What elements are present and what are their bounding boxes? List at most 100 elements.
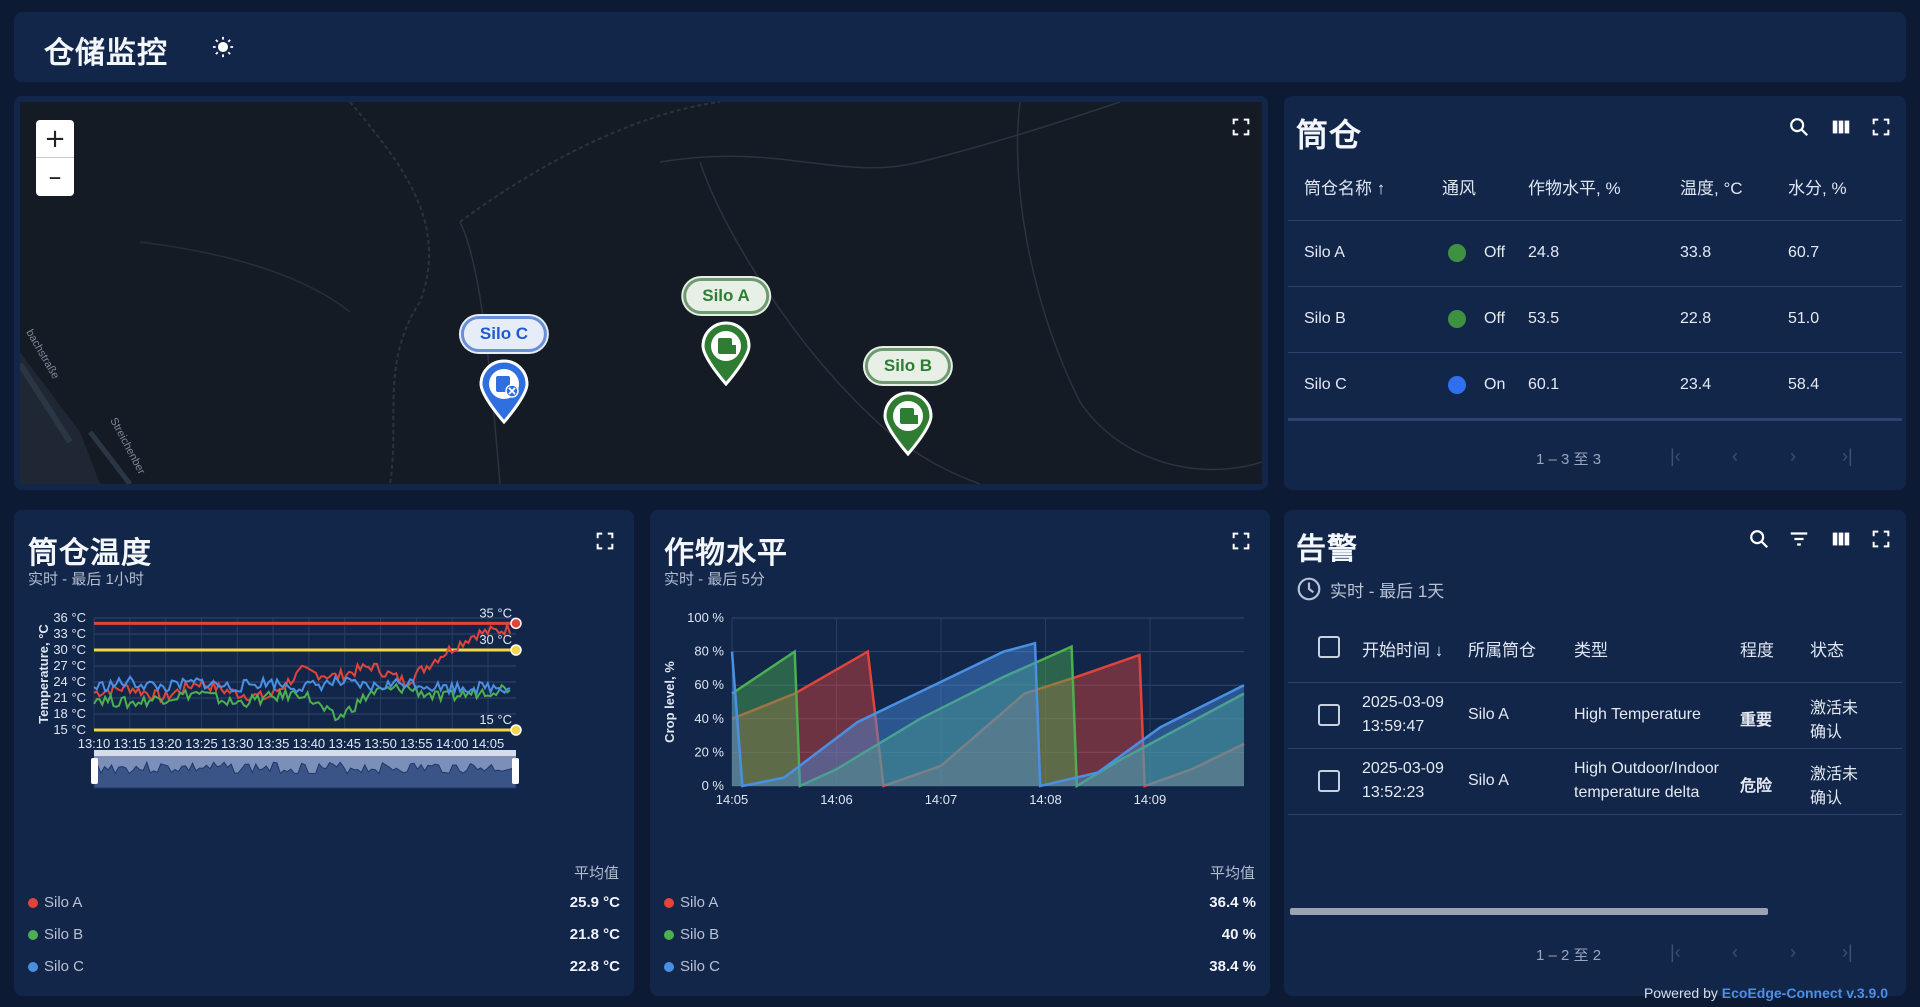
fullscreen-icon[interactable] bbox=[1868, 526, 1894, 552]
alarm-status: 确认 bbox=[1810, 790, 1843, 807]
prev-page-icon[interactable]: ‹ bbox=[1732, 942, 1738, 963]
time-window-label: 实时 - 最后 1天 bbox=[1330, 581, 1445, 601]
theme-toggle-sun-icon[interactable] bbox=[210, 34, 236, 60]
avg-label: 平均值 bbox=[1210, 865, 1256, 882]
search-icon[interactable] bbox=[1786, 114, 1812, 140]
legend-silo-b[interactable]: Silo B bbox=[28, 926, 83, 943]
vent-status: Off bbox=[1484, 244, 1506, 261]
columns-icon[interactable] bbox=[1828, 526, 1854, 552]
column-header-start-time[interactable]: 开始时间 ↓ bbox=[1362, 636, 1443, 661]
start-date: 2025-03-09 bbox=[1362, 694, 1444, 711]
first-page-icon[interactable]: |‹ bbox=[1670, 942, 1681, 963]
column-header-type[interactable]: 类型 bbox=[1574, 636, 1608, 661]
row-checkbox[interactable] bbox=[1318, 704, 1340, 726]
alarms-panel: 告警 实时 - 最后 1天 开始时间 ↓ 所属筒仓 类型 程度 状态 2025-… bbox=[1284, 510, 1906, 996]
alarms-title: 告警 bbox=[1296, 533, 1358, 566]
column-header-vent[interactable]: 通风 bbox=[1442, 174, 1476, 199]
silo-b-marker-label: Silo B bbox=[864, 348, 952, 384]
zoom-in-button[interactable]: + bbox=[36, 120, 74, 158]
column-header-temp[interactable]: 温度, °C bbox=[1680, 174, 1743, 199]
fullscreen-icon[interactable] bbox=[1868, 114, 1894, 140]
crop-level: 53.5 bbox=[1528, 310, 1560, 327]
x-tick-label: 14:07 bbox=[925, 792, 958, 807]
y-tick-label: 33 °C bbox=[53, 626, 86, 641]
y-tick-label: 80 % bbox=[694, 644, 724, 659]
y-tick-label: 36 °C bbox=[53, 610, 86, 625]
column-header-crop[interactable]: 作物水平, % bbox=[1528, 174, 1621, 199]
y-tick-label: 30 °C bbox=[53, 642, 86, 657]
horizontal-scrollbar[interactable] bbox=[1290, 908, 1768, 915]
search-icon[interactable] bbox=[1746, 526, 1772, 552]
x-tick-label: 13:10 bbox=[78, 736, 111, 751]
first-page-icon[interactable]: |‹ bbox=[1670, 446, 1681, 467]
pagination-label: 1 – 3 至 3 bbox=[1536, 451, 1602, 468]
vent-status-dot bbox=[1448, 376, 1466, 394]
start-date: 2025-03-09 bbox=[1362, 760, 1444, 777]
temperature: 33.8 bbox=[1680, 244, 1712, 261]
threshold-label: 15 °C bbox=[479, 712, 512, 727]
column-header-silo[interactable]: 所属筒仓 bbox=[1468, 636, 1536, 661]
column-header-moisture[interactable]: 水分, % bbox=[1788, 174, 1847, 199]
x-tick-label: 13:50 bbox=[364, 736, 397, 751]
threshold-marker bbox=[510, 617, 522, 630]
threshold-label: 30 °C bbox=[479, 632, 512, 647]
crop-chart-subtitle: 实时 - 最后 5分 bbox=[664, 571, 765, 588]
alarm-severity: 重要 bbox=[1740, 712, 1773, 729]
x-tick-label: 13:55 bbox=[400, 736, 433, 751]
vent-status: Off bbox=[1484, 310, 1506, 327]
row-checkbox[interactable] bbox=[1318, 770, 1340, 792]
temp-chart-subtitle: 实时 - 最后 1小时 bbox=[28, 571, 144, 588]
legend-silo-b[interactable]: Silo B bbox=[664, 926, 719, 943]
y-tick-label: 15 °C bbox=[53, 722, 86, 737]
zoom-out-button[interactable]: – bbox=[36, 158, 74, 196]
legend-silo-c[interactable]: Silo C bbox=[664, 958, 720, 975]
alarm-type: temperature delta bbox=[1574, 784, 1700, 801]
column-header-severity[interactable]: 程度 bbox=[1740, 636, 1774, 661]
last-page-icon[interactable]: ›| bbox=[1842, 942, 1853, 963]
fullscreen-icon[interactable] bbox=[1228, 528, 1254, 554]
next-page-icon[interactable]: › bbox=[1790, 942, 1796, 963]
fullscreen-icon[interactable] bbox=[592, 528, 618, 554]
silo-a-marker-label: Silo A bbox=[683, 278, 769, 314]
next-page-icon[interactable]: › bbox=[1790, 446, 1796, 467]
map-panel[interactable]: bachstraße Streichenber + – Silo C Silo … bbox=[14, 96, 1268, 490]
alarm-severity: 危险 bbox=[1740, 778, 1773, 795]
map-background[interactable]: bachstraße Streichenber bbox=[20, 102, 1262, 484]
alarm-silo: Silo A bbox=[1468, 772, 1509, 789]
last-page-icon[interactable]: ›| bbox=[1842, 446, 1853, 467]
avg-silo-c: 22.8 °C bbox=[569, 958, 620, 975]
column-header-name[interactable]: 筒仓名称 ↑ bbox=[1304, 174, 1385, 199]
vent-status-dot bbox=[1448, 244, 1466, 262]
temp-chart-title: 筒仓温度 bbox=[28, 537, 152, 570]
time-window-selector[interactable]: 实时 - 最后 1天 bbox=[1296, 576, 1444, 602]
moisture: 60.7 bbox=[1788, 244, 1820, 261]
y-axis-label: Crop level, % bbox=[662, 661, 677, 743]
y-tick-label: 21 °C bbox=[53, 690, 86, 705]
filter-icon[interactable] bbox=[1786, 526, 1812, 552]
crop-chart-title: 作物水平 bbox=[664, 537, 788, 570]
temperature-chart-panel: 筒仓温度 实时 - 最后 1小时 15 °C 18 °C 21 °C 24 °C 27 … bbox=[14, 510, 634, 996]
y-tick-label: 0 % bbox=[702, 778, 725, 793]
vent-status-dot bbox=[1448, 310, 1466, 328]
legend-silo-a[interactable]: Silo A bbox=[28, 894, 82, 911]
silos-title: 筒仓 bbox=[1296, 117, 1363, 153]
select-all-checkbox[interactable] bbox=[1318, 636, 1340, 658]
avg-label: 平均值 bbox=[574, 865, 620, 882]
legend-silo-a[interactable]: Silo A bbox=[664, 894, 718, 911]
x-tick-label: 14:06 bbox=[820, 792, 853, 807]
crop-level: 24.8 bbox=[1528, 244, 1560, 261]
fullscreen-icon[interactable] bbox=[1228, 114, 1254, 140]
brand-link[interactable]: EcoEdge-Connect v.3.9.0 bbox=[1722, 985, 1888, 1001]
x-tick-label: 14:08 bbox=[1029, 792, 1062, 807]
prev-page-icon[interactable]: ‹ bbox=[1732, 446, 1738, 467]
column-header-status[interactable]: 状态 bbox=[1810, 636, 1844, 661]
temperature: 23.4 bbox=[1680, 376, 1712, 393]
alarm-silo: Silo A bbox=[1468, 706, 1509, 723]
threshold-label: 35 °C bbox=[479, 605, 512, 620]
columns-icon[interactable] bbox=[1828, 114, 1854, 140]
start-time: 13:59:47 bbox=[1362, 718, 1425, 735]
x-tick-label: 14:00 bbox=[436, 736, 469, 751]
threshold-marker bbox=[510, 644, 522, 656]
legend-silo-c[interactable]: Silo C bbox=[28, 958, 84, 975]
silo-name: Silo B bbox=[1304, 310, 1346, 327]
